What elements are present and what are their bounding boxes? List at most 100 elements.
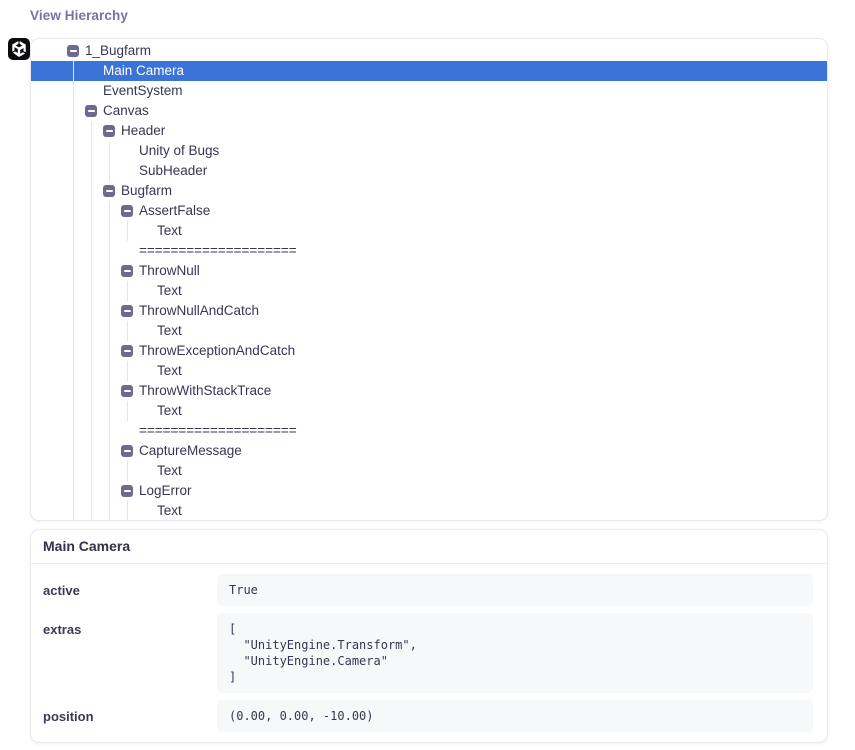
tree-node-logerror[interactable]: LogError [31,481,827,501]
tree-node-label: Main Camera [103,61,184,81]
toggle-spacer [139,225,151,237]
collapse-minus-icon[interactable] [67,45,79,57]
tree-row-content: 1_Bugfarm [31,41,827,61]
indent-guide-line [73,421,74,441]
indent-guide-line [91,121,92,141]
indent-guide-line [91,221,92,241]
indent-guide-line [73,381,74,401]
tree-node-bugfarm[interactable]: Bugfarm [31,181,827,201]
indent-guide-line [91,301,92,321]
tree-node-text[interactable]: Text [31,221,827,241]
toggle-spacer [139,365,151,377]
collapse-minus-icon[interactable] [121,445,133,457]
tree-row-content: ThrowWithStackTrace [31,381,827,401]
tree-node-separator[interactable]: ==================== [31,421,827,441]
indent-guide-line [91,261,92,281]
tree-node-throwexceptionandcatch[interactable]: ThrowExceptionAndCatch [31,341,827,361]
toggle-spacer [85,85,97,97]
indent-guide-line [73,301,74,321]
tree-node-label: Text [157,501,182,521]
tree-row-content: Bugfarm [31,181,827,201]
tree-row-content: Text [31,321,827,341]
indent-guide-line [73,321,74,341]
indent-guide-line [109,341,110,361]
tree-node-subheader[interactable]: SubHeader [31,161,827,181]
toggle-spacer [139,465,151,477]
tree-node-label: CaptureMessage [139,441,242,461]
tree-row-content: Canvas [31,101,827,121]
tree-row-content: Text [31,501,827,521]
property-value-box: [ "UnityEngine.Transform", "UnityEngine.… [217,613,813,693]
collapse-minus-icon[interactable] [121,345,133,357]
indent-guide-line [73,121,74,141]
tree-node-text[interactable]: Text [31,461,827,481]
collapse-minus-icon[interactable] [121,485,133,497]
indent-guide-line [73,81,74,101]
collapse-minus-icon[interactable] [103,185,115,197]
property-value-box: True [217,574,813,606]
tree-node-thrownull[interactable]: ThrowNull [31,261,827,281]
tree-node-text[interactable]: Text [31,321,827,341]
tree-row-content: EventSystem [31,81,827,101]
collapse-minus-icon[interactable] [121,205,133,217]
indent-guide-line [91,401,92,421]
tree-node-canvas[interactable]: Canvas [31,101,827,121]
tree-row-content: Text [31,221,827,241]
tree-node-header[interactable]: Header [31,121,827,141]
tree-node-label: 1_Bugfarm [85,41,151,61]
indent-guide-line [73,141,74,161]
tree-node-label: Canvas [103,101,149,121]
tree-node-text[interactable]: Text [31,401,827,421]
tree-node-eventsystem[interactable]: EventSystem [31,81,827,101]
tree-row-content: Main Camera [31,61,827,81]
tree-node-label: Text [157,281,182,301]
toggle-spacer [121,145,133,157]
indent-guide-line [109,461,110,481]
tree-row-content: Header [31,121,827,141]
tree-node-thrownullandcatch[interactable]: ThrowNullAndCatch [31,301,827,321]
collapse-minus-icon[interactable] [121,305,133,317]
tree-row-content: ThrowNullAndCatch [31,301,827,321]
indent-guide-line [127,501,128,521]
indent-guide-line [73,361,74,381]
indent-guide-line [91,181,92,201]
tree-node-text[interactable]: Text [31,501,827,521]
details-title: Main Camera [43,538,815,555]
indent-guide-line [91,421,92,441]
tree-node-separator[interactable]: ==================== [31,241,827,261]
tree-row-content: AssertFalse [31,201,827,221]
indent-guide-line [109,161,110,181]
tree-node-label: ==================== [139,241,297,261]
tree-node-label: Bugfarm [121,181,172,201]
collapse-minus-icon[interactable] [85,105,97,117]
tree-node-1-bugfarm[interactable]: 1_Bugfarm [31,41,827,61]
tree-node-text[interactable]: Text [31,281,827,301]
indent-guide-line [109,321,110,341]
view-hierarchy-section-title: View Hierarchy [30,8,128,23]
tree-node-unity-of-bugs[interactable]: Unity of Bugs [31,141,827,161]
tree-node-capturemessage[interactable]: CaptureMessage [31,441,827,461]
collapse-minus-icon[interactable] [103,125,115,137]
indent-guide-line [91,281,92,301]
property-row-active: activeTrue [43,574,813,606]
property-value-text: True [229,582,801,598]
tree-node-throwwithstacktrace[interactable]: ThrowWithStackTrace [31,381,827,401]
tree-node-main-camera[interactable]: Main Camera [31,61,827,81]
tree-node-label: ThrowWithStackTrace [139,381,271,401]
details-properties: activeTrueextras[ "UnityEngine.Transform… [31,564,827,742]
tree-node-text[interactable]: Text [31,361,827,381]
indent-guide-line [73,161,74,181]
tree-node-label: AssertFalse [139,201,210,221]
tree-node-assertfalse[interactable]: AssertFalse [31,201,827,221]
indent-guide-line [109,481,110,501]
indent-guide-line [109,441,110,461]
tree-node-label: ThrowNullAndCatch [139,301,259,321]
collapse-minus-icon[interactable] [121,385,133,397]
indent-guide-line [91,441,92,461]
node-details-panel: Main Camera activeTrueextras[ "UnityEngi… [30,529,828,743]
indent-guide-line [91,201,92,221]
collapse-minus-icon[interactable] [121,265,133,277]
indent-guide-line [109,381,110,401]
indent-guide-line [73,241,74,261]
property-value-text: (0.00, 0.00, -10.00) [229,708,801,724]
